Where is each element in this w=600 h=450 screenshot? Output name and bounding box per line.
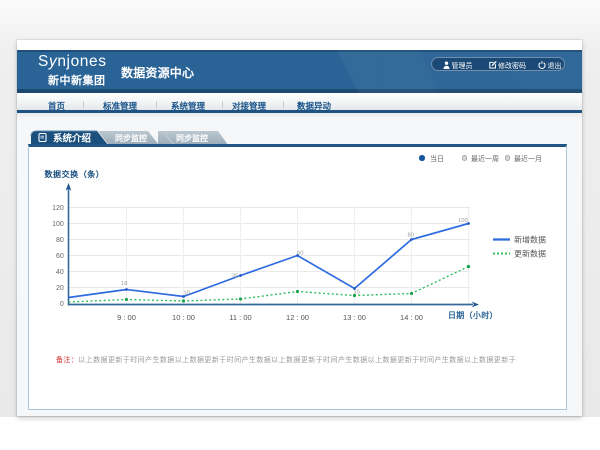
svg-text:40: 40 <box>56 269 64 276</box>
svg-text:13 : 00: 13 : 00 <box>343 313 366 322</box>
svg-text:14 : 00: 14 : 00 <box>400 313 423 322</box>
svg-text:15: 15 <box>354 290 360 296</box>
svg-text:100: 100 <box>458 218 468 224</box>
svg-text:日期（小时）: 日期（小时） <box>448 310 498 320</box>
svg-text:60: 60 <box>56 253 64 260</box>
svg-text:11 : 00: 11 : 00 <box>229 313 251 322</box>
svg-text:80: 80 <box>56 237 64 244</box>
svg-text:9 : 00: 9 : 00 <box>117 313 136 322</box>
svg-text:60: 60 <box>297 251 303 257</box>
svg-text:10: 10 <box>184 291 190 297</box>
svg-text:120: 120 <box>52 205 64 212</box>
svg-text:12 : 00: 12 : 00 <box>286 313 309 322</box>
svg-text:18: 18 <box>121 281 127 287</box>
svg-text:新增数据: 新增数据 <box>514 235 546 245</box>
svg-text:20: 20 <box>56 285 64 292</box>
svg-text:35: 35 <box>232 274 238 280</box>
svg-text:100: 100 <box>52 221 64 228</box>
svg-text:10 : 00: 10 : 00 <box>172 313 195 322</box>
svg-text:更新数据: 更新数据 <box>514 249 546 259</box>
svg-text:80: 80 <box>408 233 414 239</box>
svg-text:0: 0 <box>60 301 64 308</box>
